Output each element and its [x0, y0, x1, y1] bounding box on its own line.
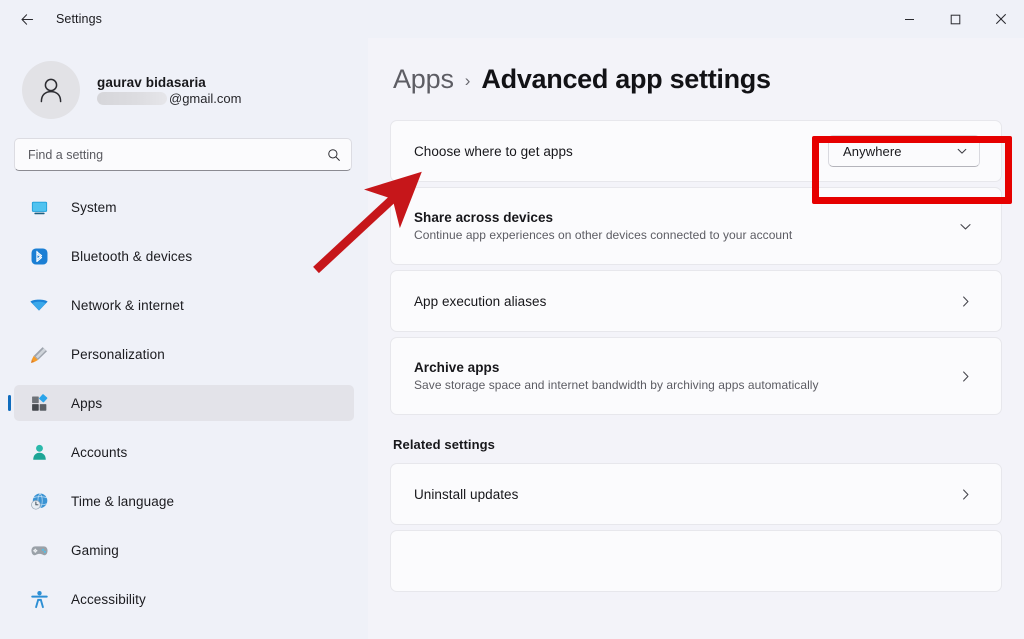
expand-share-across-devices-button[interactable]: [950, 219, 980, 234]
chevron-right-icon: [962, 295, 968, 307]
related-settings-heading: Related settings: [393, 437, 496, 452]
clock-globe-icon: [28, 490, 50, 512]
apps-grid-icon: [28, 392, 50, 414]
navigate-uninstall-updates-button[interactable]: [950, 487, 980, 502]
choose-where-to-get-apps-dropdown[interactable]: Anywhere: [828, 135, 980, 167]
search-container: [0, 124, 368, 171]
setting-row-title: Choose where to get apps: [414, 143, 573, 159]
avatar: [22, 61, 80, 119]
email-domain: @gmail.com: [169, 90, 242, 106]
person-icon: [40, 78, 62, 103]
setting-row-text: App execution aliases: [414, 294, 950, 309]
sidebar-item-label: Apps: [71, 395, 103, 411]
sidebar-item-label: Network & internet: [71, 297, 184, 313]
setting-row-subtitle: Save storage space and internet bandwidt…: [414, 378, 819, 392]
person-badge-icon: [28, 441, 50, 463]
sidebar-item-bluetooth-devices[interactable]: Bluetooth & devices: [14, 238, 354, 274]
chevron-right-icon: [962, 488, 968, 500]
breadcrumb: Apps › Advanced app settings: [390, 64, 1002, 95]
sidebar-item-apps[interactable]: Apps: [14, 385, 354, 421]
back-arrow-icon: [21, 13, 33, 25]
dropdown-selected-value: Anywhere: [843, 143, 902, 159]
setting-row-title: App execution aliases: [414, 293, 547, 309]
chevron-down-icon: [959, 223, 971, 229]
search-box[interactable]: [14, 138, 352, 171]
setting-row-share-across-devices[interactable]: Share across devices Continue app experi…: [390, 187, 1002, 265]
page-title: Advanced app settings: [481, 64, 771, 94]
sidebar-item-personalization[interactable]: Personalization: [14, 336, 354, 372]
bluetooth-icon: [28, 245, 50, 267]
setting-row-title: Uninstall updates: [414, 486, 519, 502]
chevron-right-icon: ›: [464, 71, 471, 90]
search-input[interactable]: [28, 147, 327, 162]
maximize-icon: [950, 14, 960, 24]
setting-row-choose-where-to-get-apps[interactable]: Choose where to get apps Anywhere: [390, 120, 1002, 182]
account-text: gaurav bidasaria @gmail.com: [97, 75, 241, 106]
sidebar-item-accessibility[interactable]: Accessibility: [14, 581, 354, 617]
sidebar-item-label: Accounts: [71, 444, 128, 460]
email-redaction-blur: [97, 91, 167, 105]
search-icon[interactable]: [327, 148, 341, 162]
sidebar-item-label: Gaming: [71, 542, 119, 558]
wifi-icon: [28, 294, 50, 316]
setting-row-title: Share across devices: [414, 210, 554, 225]
setting-row-subtitle: Continue app experiences on other device…: [414, 228, 793, 242]
sidebar-item-label: Personalization: [71, 346, 165, 362]
minimize-button[interactable]: [886, 0, 932, 38]
setting-row-text: Choose where to get apps: [414, 144, 828, 159]
setting-row-title: Archive apps: [414, 360, 500, 375]
settings-window: Settings gaurav bidasaria @gmail.com Fin…: [0, 0, 1024, 639]
navigate-app-execution-aliases-button[interactable]: [950, 294, 980, 309]
accessibility-icon: [28, 588, 50, 610]
setting-row-app-execution-aliases[interactable]: App execution aliases: [390, 270, 1002, 332]
sidebar-item-gaming[interactable]: Gaming: [14, 532, 354, 568]
close-icon: [995, 13, 1007, 25]
minimize-icon: [904, 18, 914, 20]
back-button[interactable]: [10, 4, 44, 34]
setting-row-uninstall-updates[interactable]: Uninstall updates: [390, 463, 1002, 525]
setting-row-text: Share across devices Continue app experi…: [414, 210, 950, 242]
sidebar-item-time-language[interactable]: Time & language: [14, 483, 354, 519]
setting-row-partial-next[interactable]: [390, 530, 1002, 592]
account-email: @gmail.com: [97, 91, 241, 106]
account-name: gaurav bidasaria: [97, 74, 206, 90]
sidebar-nav: System Bluetooth & devices Network & int…: [0, 189, 368, 639]
sidebar-item-network-internet[interactable]: Network & internet: [14, 287, 354, 323]
sidebar: gaurav bidasaria @gmail.com Find a setti…: [0, 38, 368, 639]
main-content: Apps › Advanced app settings Choose wher…: [368, 38, 1024, 639]
gamepad-icon: [28, 539, 50, 561]
close-button[interactable]: [978, 0, 1024, 38]
sidebar-item-system[interactable]: System: [14, 189, 354, 225]
breadcrumb-parent[interactable]: Apps: [393, 64, 454, 95]
sidebar-item-label: System: [71, 199, 117, 215]
sidebar-item-accounts[interactable]: Accounts: [14, 434, 354, 470]
window-body: gaurav bidasaria @gmail.com Find a setti…: [0, 38, 1024, 639]
chevron-down-icon: [957, 148, 967, 154]
navigate-archive-apps-button[interactable]: [950, 369, 980, 384]
setting-row-text: Archive apps Save storage space and inte…: [414, 360, 950, 392]
sidebar-item-label: Bluetooth & devices: [71, 248, 193, 264]
monitor-icon: [28, 196, 50, 218]
maximize-button[interactable]: [932, 0, 978, 38]
account-header[interactable]: gaurav bidasaria @gmail.com: [0, 38, 368, 124]
setting-row-archive-apps[interactable]: Archive apps Save storage space and inte…: [390, 337, 1002, 415]
setting-row-text: Uninstall updates: [414, 487, 950, 502]
paintbrush-icon: [28, 343, 50, 365]
chevron-right-icon: [962, 370, 968, 382]
sidebar-item-label: Time & language: [71, 493, 175, 509]
window-title: Settings: [56, 12, 102, 26]
sidebar-item-label: Accessibility: [71, 591, 146, 607]
title-bar: Settings: [0, 0, 1024, 38]
